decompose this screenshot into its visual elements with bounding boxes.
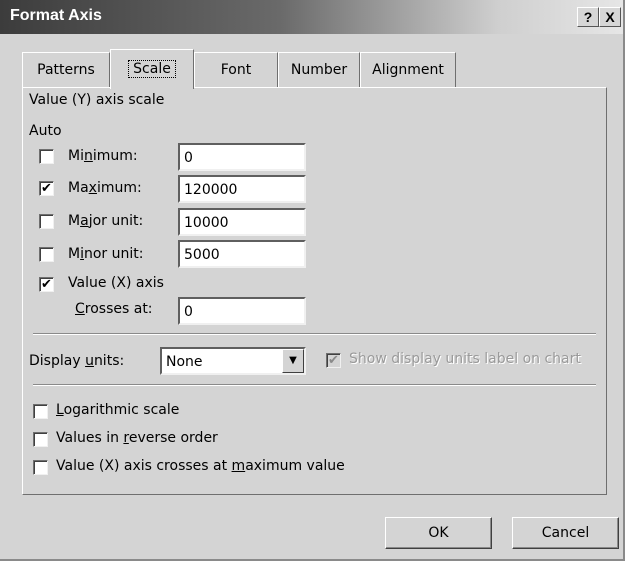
display-units-value: None — [166, 354, 203, 370]
display-units-label: Display units: — [29, 353, 125, 369]
minor-unit-label: Minor unit: — [68, 246, 144, 262]
crosses-at-label: Crosses at: — [75, 301, 153, 317]
logarithmic-scale-label: Logarithmic scale — [56, 402, 180, 418]
tab-number[interactable]: Number — [278, 52, 360, 88]
tab-patterns[interactable]: Patterns — [22, 52, 110, 88]
show-units-label-checkbox[interactable]: ✔ — [326, 353, 341, 368]
major-unit-label: Major unit: — [68, 213, 144, 229]
auto-label: Auto — [29, 123, 62, 139]
reverse-order-checkbox[interactable] — [33, 432, 48, 447]
reverse-order-label: Values in reverse order — [56, 430, 218, 446]
major-unit-auto-checkbox[interactable] — [39, 214, 54, 229]
minor-unit-field[interactable]: 5000 — [178, 240, 306, 268]
value-x-axis-auto-checkbox[interactable]: ✔ — [39, 277, 54, 292]
crosses-at-field[interactable]: 0 — [178, 297, 306, 325]
separator — [33, 333, 596, 335]
format-axis-dialog: Format Axis ? X Patterns Scale Font Numb… — [0, 0, 625, 561]
minimum-label: Minimum: — [68, 148, 138, 164]
cancel-button[interactable]: Cancel — [512, 517, 619, 549]
show-units-label-text: Show display units label on chart — [349, 351, 581, 367]
crosses-max-checkbox[interactable] — [33, 460, 48, 475]
axis-scale-heading: Value (Y) axis scale — [29, 92, 165, 108]
tab-font[interactable]: Font — [194, 52, 278, 88]
display-units-select[interactable]: None ▼ — [160, 347, 306, 375]
crosses-max-label: Value (X) axis crosses at maximum value — [56, 458, 345, 474]
value-x-axis-label: Value (X) axis — [68, 275, 164, 291]
minimum-field[interactable]: 0 — [178, 143, 306, 171]
minimum-auto-checkbox[interactable] — [39, 149, 54, 164]
tab-alignment[interactable]: Alignment — [360, 52, 456, 88]
close-button[interactable]: X — [599, 7, 621, 27]
maximum-label: Maximum: — [68, 180, 142, 196]
maximum-field[interactable]: 120000 — [178, 175, 306, 203]
scale-panel: Value (Y) axis scale Auto Minimum: 0 ✔ M… — [22, 87, 607, 495]
help-button[interactable]: ? — [577, 7, 599, 27]
title-bar: Format Axis ? X — [0, 0, 623, 34]
tab-scale[interactable]: Scale — [110, 49, 194, 89]
minor-unit-auto-checkbox[interactable] — [39, 247, 54, 262]
ok-button[interactable]: OK — [385, 517, 492, 549]
maximum-auto-checkbox[interactable]: ✔ — [39, 181, 54, 196]
logarithmic-scale-checkbox[interactable] — [33, 404, 48, 419]
major-unit-field[interactable]: 10000 — [178, 208, 306, 236]
dialog-title: Format Axis — [10, 7, 102, 24]
chevron-down-icon[interactable]: ▼ — [282, 349, 304, 373]
separator — [33, 384, 596, 386]
